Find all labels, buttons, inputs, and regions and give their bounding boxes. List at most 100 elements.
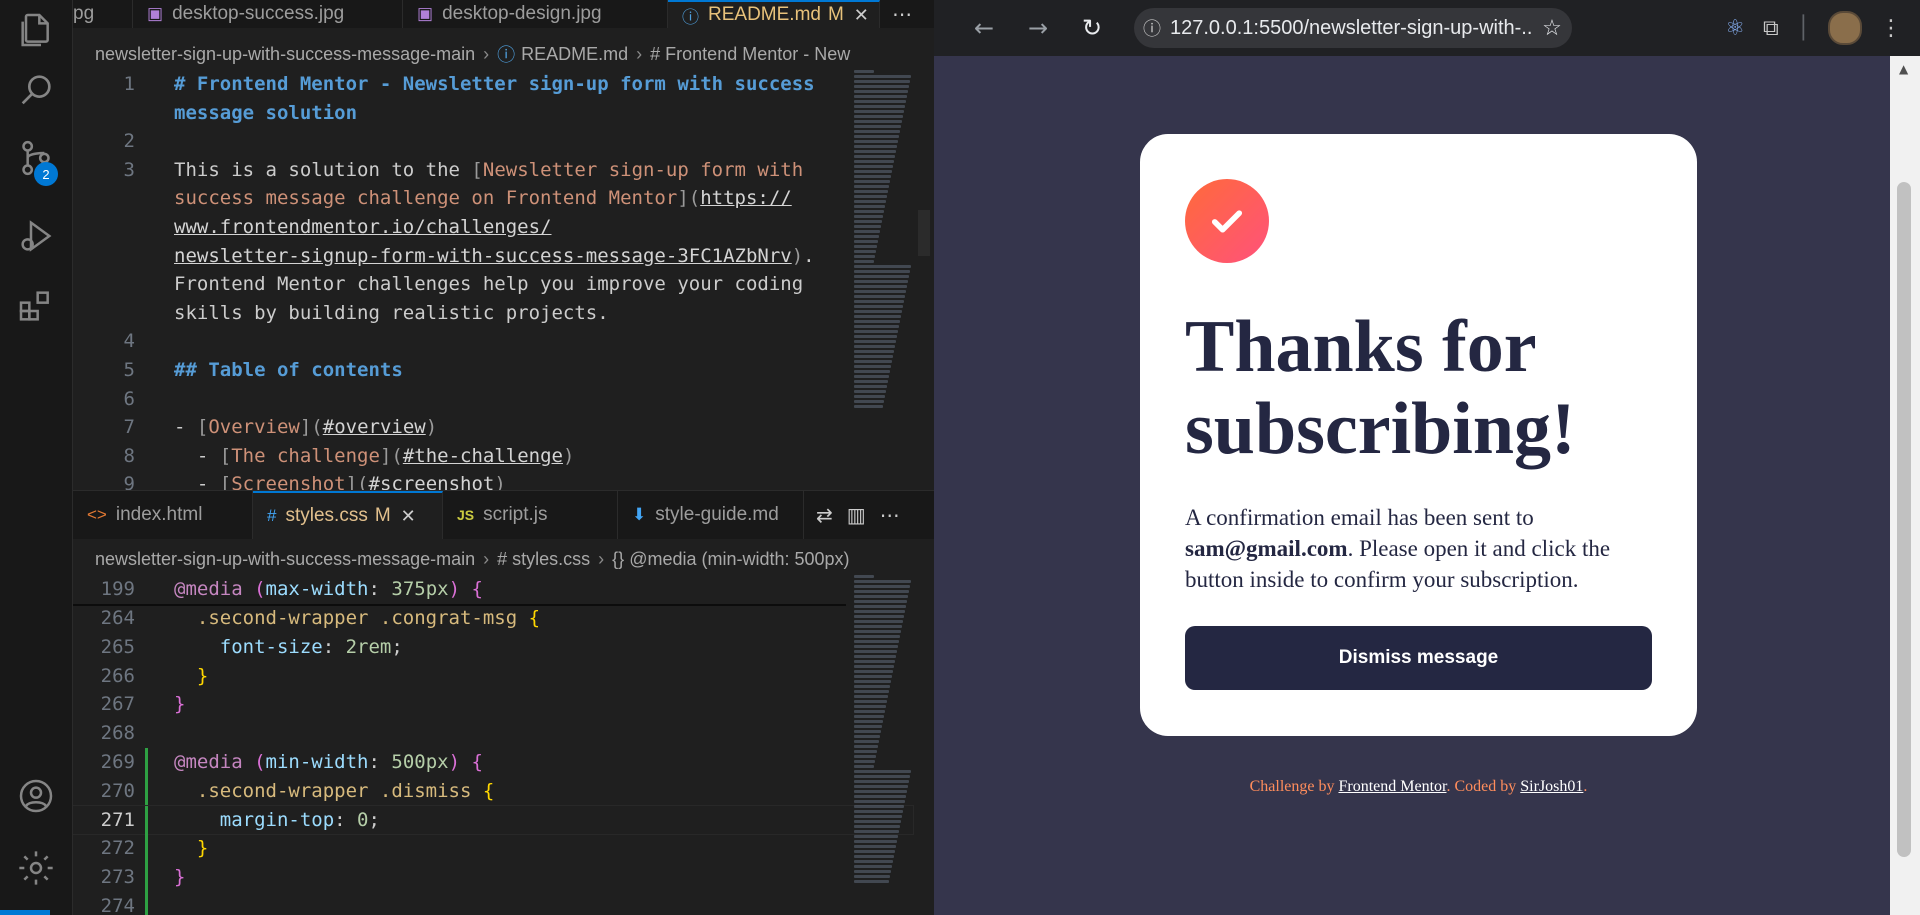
code-line[interactable]: 7 - [Overview](#overview)	[73, 413, 913, 441]
code-line[interactable]: 8 - [The challenge](#the-challenge)	[73, 442, 913, 470]
minimap-row	[854, 115, 903, 118]
code-line[interactable]: 273}	[73, 863, 913, 891]
minimap-row	[854, 370, 890, 373]
split-editor-icon[interactable]: ▥	[847, 503, 866, 527]
code-line[interactable]: 1 # Frontend Mentor - Newsletter sign-up …	[73, 70, 913, 98]
tab-script-js[interactable]: JS script.js	[443, 491, 618, 539]
minimap-row	[854, 155, 895, 158]
code-line[interactable]: 265 font-size: 2rem;	[73, 633, 913, 661]
code-line[interactable]: message solution	[73, 99, 913, 127]
source-control-badge: 2	[34, 162, 58, 186]
line-number: 264	[100, 607, 135, 629]
code-line[interactable]: 272 }	[73, 834, 913, 862]
line-number: 5	[123, 359, 135, 381]
source-control-button[interactable]: 2	[0, 128, 72, 192]
code-line[interactable]: 4	[73, 327, 913, 355]
ellipsis-icon[interactable]: ⋯	[880, 503, 900, 527]
site-info-icon[interactable]: ⓘ	[1134, 15, 1170, 41]
reload-button[interactable]: ↻	[1074, 10, 1110, 46]
minimap-row	[854, 720, 883, 723]
code-line[interactable]: 6	[73, 385, 913, 413]
extensions-puzzle-icon[interactable]: ⧉	[1763, 16, 1779, 41]
code-line[interactable]: 266 }	[73, 662, 913, 690]
code-line[interactable]: Frontend Mentor challenges help you impr…	[73, 270, 913, 298]
scrollbar[interactable]	[918, 210, 930, 256]
close-icon[interactable]: ✕	[401, 506, 416, 527]
minimap-row	[854, 275, 909, 278]
chevron-right-icon: ›	[636, 43, 643, 64]
breadcrumb-symbol[interactable]: # Frontend Mentor - New	[650, 44, 850, 65]
kebab-menu-icon[interactable]: ⋮	[1880, 16, 1902, 41]
arrow-left-icon: ←	[973, 14, 995, 42]
breadcrumb-symbol[interactable]: {} @media (min-width: 500px)	[612, 549, 849, 570]
breadcrumb-folder[interactable]: newsletter-sign-up-with-success-message-…	[95, 44, 475, 65]
tab-styles-css[interactable]: # styles.css M ✕	[253, 491, 443, 539]
breadcrumb-folder[interactable]: newsletter-sign-up-with-success-message-…	[95, 549, 475, 570]
code-line[interactable]: success message challenge on Frontend Me…	[73, 184, 913, 212]
code-line[interactable]: 274	[73, 892, 913, 915]
react-devtools-icon[interactable]: ⚛	[1725, 16, 1745, 41]
tab-desktop-success[interactable]: ▣ desktop-success.jpg	[133, 0, 403, 28]
code-line[interactable]: 268	[73, 719, 913, 747]
tab-index-html[interactable]: <> index.html	[73, 491, 253, 539]
search-button[interactable]	[0, 60, 72, 124]
author-link[interactable]: SirJosh01	[1520, 778, 1583, 795]
back-button[interactable]: ←	[966, 10, 1002, 46]
minimap[interactable]	[854, 575, 912, 885]
css-editor[interactable]: 199 @media (max-width: 375px) {264 .secon…	[73, 575, 934, 915]
bookmark-star-icon[interactable]: ☆	[1532, 15, 1572, 41]
tab-style-guide[interactable]: ⬇ style-guide.md	[618, 491, 804, 539]
scroll-up-icon[interactable]: ▲	[1899, 62, 1908, 76]
minimap-row	[854, 190, 888, 193]
frontend-mentor-link[interactable]: Frontend Mentor	[1338, 778, 1446, 795]
code-line[interactable]: 271 margin-top: 0;	[73, 804, 914, 835]
code-line[interactable]: newsletter-signup-form-with-success-mess…	[73, 242, 913, 270]
minimap-row	[854, 880, 889, 883]
minimap-row	[854, 780, 909, 783]
breadcrumb-file[interactable]: README.md	[521, 44, 628, 65]
minimap-row	[854, 245, 877, 248]
minimap[interactable]	[854, 70, 912, 410]
tab-desktop-design[interactable]: ▣ desktop-design.jpg	[403, 0, 668, 28]
extensions-button[interactable]	[0, 276, 72, 340]
code-line[interactable]: 5 ## Table of contents	[73, 356, 913, 384]
code-line[interactable]: 270 .second-wrapper .dismiss {	[73, 777, 913, 805]
compare-icon[interactable]: ⇄	[816, 503, 833, 527]
code-text: .second-wrapper .congrat-msg {	[196, 607, 541, 629]
code-line[interactable]: 199 @media (max-width: 375px) {	[73, 575, 913, 603]
breadcrumb-file[interactable]: # styles.css	[497, 549, 590, 570]
avatar[interactable]	[1828, 11, 1862, 45]
run-debug-button[interactable]	[0, 206, 72, 270]
code-line[interactable]: 264 .second-wrapper .congrat-msg {	[73, 604, 913, 632]
code-line[interactable]: skills by building realistic projects.	[73, 299, 913, 327]
code-line[interactable]: 269 @media (min-width: 500px) {	[73, 748, 913, 776]
message-text: A confirmation email has been sent to	[1185, 505, 1534, 530]
minimap-row	[854, 300, 904, 303]
explorer-button[interactable]	[0, 0, 72, 64]
code-line[interactable]: 9 - [Screenshot](#screenshot)	[73, 470, 913, 490]
dismiss-button[interactable]: Dismiss message	[1185, 626, 1652, 690]
address-bar[interactable]: ⓘ 127.0.0.1:5500/newsletter-sign-up-with…	[1134, 8, 1572, 48]
browser-toolbar: ← → ↻ ⓘ 127.0.0.1:5500/newsletter-sign-u…	[934, 0, 1920, 56]
tab-readme[interactable]: ⓘ README.md M ✕	[668, 0, 880, 28]
accounts-button[interactable]	[0, 766, 72, 830]
settings-button[interactable]	[0, 838, 72, 902]
scroll-thumb[interactable]	[1897, 182, 1911, 857]
readme-editor[interactable]: 1 # Frontend Mentor - Newsletter sign-up …	[73, 70, 934, 490]
minimap-row	[854, 90, 908, 93]
code-line[interactable]: 267}	[73, 690, 913, 718]
close-icon[interactable]: ✕	[854, 5, 869, 26]
code-line[interactable]: 2	[73, 127, 913, 155]
minimap-row	[854, 815, 902, 818]
code-line[interactable]: www.frontendmentor.io/challenges/	[73, 213, 913, 241]
more-actions[interactable]: ⋯	[880, 0, 934, 28]
code-text: newsletter-signup-form-with-success-mess…	[174, 244, 815, 267]
code-text: # Frontend Mentor - Newsletter sign-up f…	[174, 73, 815, 95]
code-line[interactable]: 3 This is a solution to the [Newsletter s…	[73, 156, 913, 184]
minimap-row	[854, 375, 889, 378]
code-text: skills by building realistic projects.	[174, 301, 609, 324]
forward-button[interactable]: →	[1020, 10, 1056, 46]
tab-pg[interactable]: pg	[73, 0, 133, 28]
minimap-row	[854, 345, 895, 348]
page-scrollbar[interactable]: ▲	[1890, 56, 1920, 915]
